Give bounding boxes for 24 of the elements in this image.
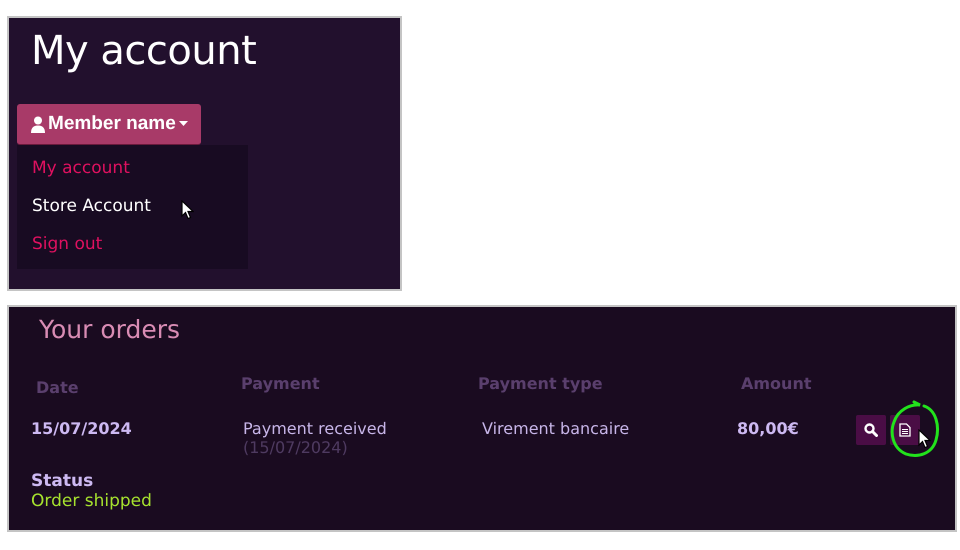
payment-type: Virement bancaire — [481, 419, 630, 440]
order-status: Order shipped — [31, 491, 153, 511]
column-header: Payment — [240, 374, 321, 395]
page-title: My account — [31, 28, 258, 74]
payment-status: Payment received — [243, 419, 388, 438]
column-header: Date — [35, 378, 80, 397]
menu-item[interactable]: My account — [17, 149, 248, 187]
order-date: 15/07/2024 — [31, 419, 133, 440]
status-label: Status — [31, 471, 94, 491]
caret-icon — [178, 121, 188, 127]
document-icon — [899, 423, 911, 437]
column-header: Payment type — [477, 374, 604, 395]
user-icon — [31, 116, 45, 132]
column-header: Amount — [740, 374, 812, 395]
payment-date: (15/07/2024) — [243, 438, 349, 457]
search-icon — [864, 423, 878, 437]
view-button[interactable] — [856, 415, 886, 445]
cursor-icon — [181, 200, 194, 220]
member-menu-button[interactable]: Member name — [17, 104, 201, 145]
menu-item[interactable]: Sign out — [17, 225, 248, 263]
cursor-icon — [918, 429, 931, 449]
order-amount: 80,00€ — [737, 419, 800, 440]
section-title: Your orders — [39, 315, 182, 344]
menu-item[interactable]: Store Account — [17, 187, 248, 225]
